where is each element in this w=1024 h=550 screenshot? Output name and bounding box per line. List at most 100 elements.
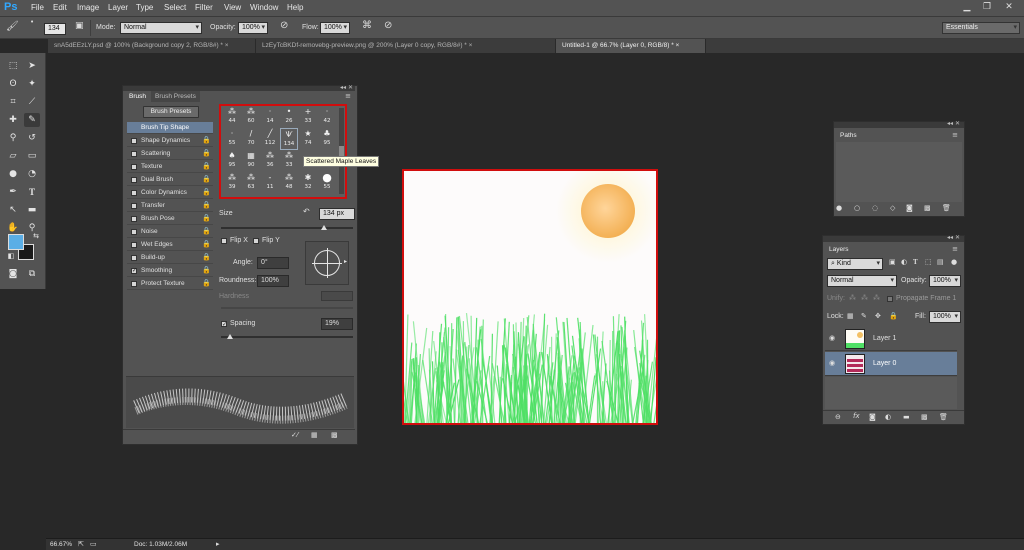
menu-type[interactable]: Type bbox=[136, 3, 153, 12]
pressure-size-icon[interactable]: ⊘ bbox=[384, 20, 392, 31]
brush-size-preview[interactable]: 134 bbox=[44, 23, 66, 35]
brush-tip[interactable]: ⁂ 33 bbox=[280, 150, 298, 172]
lock-icon[interactable]: 🔒 bbox=[202, 174, 211, 186]
lock-position-icon[interactable]: ✥ bbox=[875, 312, 881, 320]
blur-icon[interactable]: ● bbox=[5, 167, 21, 181]
reset-size-icon[interactable]: ↶ bbox=[303, 207, 310, 216]
visibility-eye-icon[interactable]: ◉ bbox=[829, 334, 835, 342]
brush-tool-icon[interactable]: 🖌 bbox=[6, 21, 19, 32]
checkbox[interactable] bbox=[131, 151, 137, 157]
new-path-icon[interactable]: ▩ bbox=[924, 204, 931, 212]
magic-wand-icon[interactable]: ✦ bbox=[24, 77, 40, 91]
brush-presets-button[interactable]: Brush Presets bbox=[143, 106, 199, 118]
brush-tip[interactable]: ⁂ 48 bbox=[280, 172, 298, 194]
checkbox[interactable] bbox=[131, 216, 137, 222]
swap-colors-icon[interactable]: ⇆ bbox=[28, 229, 44, 243]
lock-icon[interactable]: 🔒 bbox=[202, 135, 211, 147]
export-icon[interactable]: ⇱ bbox=[78, 540, 84, 548]
stroke-path-icon[interactable]: ○ bbox=[854, 204, 860, 212]
brush-tip[interactable]: /70 bbox=[242, 128, 260, 150]
grid-icon[interactable]: ▦ bbox=[311, 431, 318, 439]
visibility-eye-icon[interactable]: ◉ bbox=[829, 359, 835, 367]
option-texture[interactable]: Texture 🔒 bbox=[127, 161, 213, 173]
brush-tip[interactable]: ● 55 bbox=[318, 172, 336, 194]
healing-brush-icon[interactable]: ✚ bbox=[5, 113, 21, 127]
option-brush-tip-shape[interactable]: Brush Tip Shape bbox=[127, 122, 213, 134]
lock-icon[interactable]: 🔒 bbox=[202, 187, 211, 199]
option-build-up[interactable]: Build-up 🔒 bbox=[127, 252, 213, 264]
delete-layer-icon[interactable]: 🗑 bbox=[939, 413, 948, 421]
new-preset-icon[interactable]: ▩ bbox=[331, 431, 338, 439]
checkbox[interactable] bbox=[131, 229, 137, 235]
pressure-opacity-icon[interactable]: ⊘ bbox=[280, 20, 288, 31]
menu-file[interactable]: File bbox=[31, 3, 44, 12]
tab-document-1[interactable]: snA5dEEzLY.psd @ 100% (Background copy 2… bbox=[48, 39, 256, 53]
brush-tip[interactable]: • 26 bbox=[280, 106, 298, 128]
move-tool-icon[interactable]: ➤ bbox=[24, 59, 40, 73]
checkbox[interactable] bbox=[131, 281, 137, 287]
filter-toggle-icon[interactable]: ● bbox=[951, 258, 957, 266]
new-group-icon[interactable]: ▬ bbox=[903, 413, 910, 421]
gradient-icon[interactable]: ▭ bbox=[24, 149, 40, 163]
brush-tip[interactable]: ★ 74 bbox=[299, 128, 317, 150]
brush-tip[interactable]: ♣ 95 bbox=[318, 128, 336, 150]
angle-handle-icon[interactable]: ▸ bbox=[344, 258, 347, 265]
option-noise[interactable]: Noise 🔒 bbox=[127, 226, 213, 238]
timeline-icon[interactable]: ▭ bbox=[90, 540, 97, 548]
lock-transparency-icon[interactable]: ▦ bbox=[847, 312, 854, 320]
screen-mode-icon[interactable]: ⧉ bbox=[24, 267, 40, 281]
checkbox[interactable] bbox=[131, 177, 137, 183]
flip-x-checkbox[interactable] bbox=[221, 238, 227, 244]
option-protect-texture[interactable]: Protect Texture 🔒 bbox=[127, 278, 213, 290]
brush-panel-toggle-icon[interactable]: ▣ bbox=[75, 21, 84, 31]
pen-tool-icon[interactable]: ✒ bbox=[5, 185, 21, 199]
brush-tool-icon[interactable]: ✎ bbox=[24, 113, 40, 127]
menu-view[interactable]: View bbox=[224, 3, 241, 12]
checkbox[interactable] bbox=[131, 255, 137, 261]
lock-icon[interactable]: 🔒 bbox=[202, 161, 211, 173]
flip-y-checkbox[interactable] bbox=[253, 238, 259, 244]
brush-tip[interactable]: ▦ 90 bbox=[242, 150, 260, 172]
brush-tip[interactable]: · 42 bbox=[318, 106, 336, 128]
lock-icon[interactable]: 🔒 bbox=[202, 200, 211, 212]
menu-image[interactable]: Image bbox=[77, 3, 99, 12]
spacing-checkbox[interactable]: ✓ bbox=[221, 321, 227, 328]
path-select-icon[interactable]: ↖ bbox=[5, 203, 21, 217]
menu-filter[interactable]: Filter bbox=[195, 3, 213, 12]
brush-tip[interactable]: ⁂ 60 bbox=[242, 106, 260, 128]
status-menu-arrow-icon[interactable]: ▸ bbox=[216, 540, 220, 548]
document-canvas[interactable] bbox=[402, 169, 658, 425]
layer-fill-input[interactable]: 100% bbox=[929, 311, 961, 323]
panel-menu-icon[interactable]: ≡ bbox=[952, 245, 958, 253]
layer-row-layer-0[interactable]: ◉ Layer 0 bbox=[825, 352, 957, 376]
option-smoothing[interactable]: ✓ Smoothing 🔒 bbox=[127, 265, 213, 277]
option-color-dynamics[interactable]: Color Dynamics 🔒 bbox=[127, 187, 213, 199]
history-brush-icon[interactable]: ↺ bbox=[24, 131, 40, 145]
type-tool-icon[interactable]: T bbox=[24, 185, 40, 199]
brush-tip[interactable]: -11 bbox=[261, 172, 279, 194]
eyedropper-icon[interactable]: ⟋ bbox=[24, 95, 40, 109]
brush-tip[interactable]: · 55 bbox=[223, 128, 241, 150]
menu-layer[interactable]: Layer bbox=[108, 3, 128, 12]
checkbox[interactable] bbox=[131, 138, 137, 144]
angle-input[interactable]: 0° bbox=[257, 257, 289, 269]
close-tab-icon[interactable]: × bbox=[225, 42, 229, 49]
panel-menu-icon[interactable]: ≡ bbox=[952, 131, 958, 139]
mode-select[interactable]: Normal bbox=[120, 22, 202, 34]
panel-menu-icon[interactable]: ≡ bbox=[345, 92, 351, 100]
tab-brush-presets[interactable]: Brush Presets bbox=[151, 91, 200, 102]
layer-opacity-input[interactable]: 100% bbox=[929, 275, 961, 287]
toggle-preview-icon[interactable]: ✓⁄ bbox=[291, 431, 298, 439]
quick-mask-icon[interactable]: ◙ bbox=[5, 267, 21, 281]
dodge-icon[interactable]: ◔ bbox=[24, 167, 40, 181]
roundness-input[interactable]: 100% bbox=[257, 275, 289, 287]
layer-style-icon[interactable]: fx bbox=[853, 412, 860, 420]
make-path-icon[interactable]: ◇ bbox=[890, 204, 895, 212]
close-tab-icon[interactable]: × bbox=[676, 42, 680, 49]
tab-brush[interactable]: Brush bbox=[125, 91, 150, 102]
zoom-level[interactable]: 66.67% bbox=[50, 541, 72, 548]
close-tab-icon[interactable]: × bbox=[469, 42, 473, 49]
minimize-button[interactable]: ▁ bbox=[958, 1, 976, 14]
brush-tip[interactable]: ♠ 95 bbox=[223, 150, 241, 172]
spacing-slider[interactable] bbox=[221, 336, 353, 338]
